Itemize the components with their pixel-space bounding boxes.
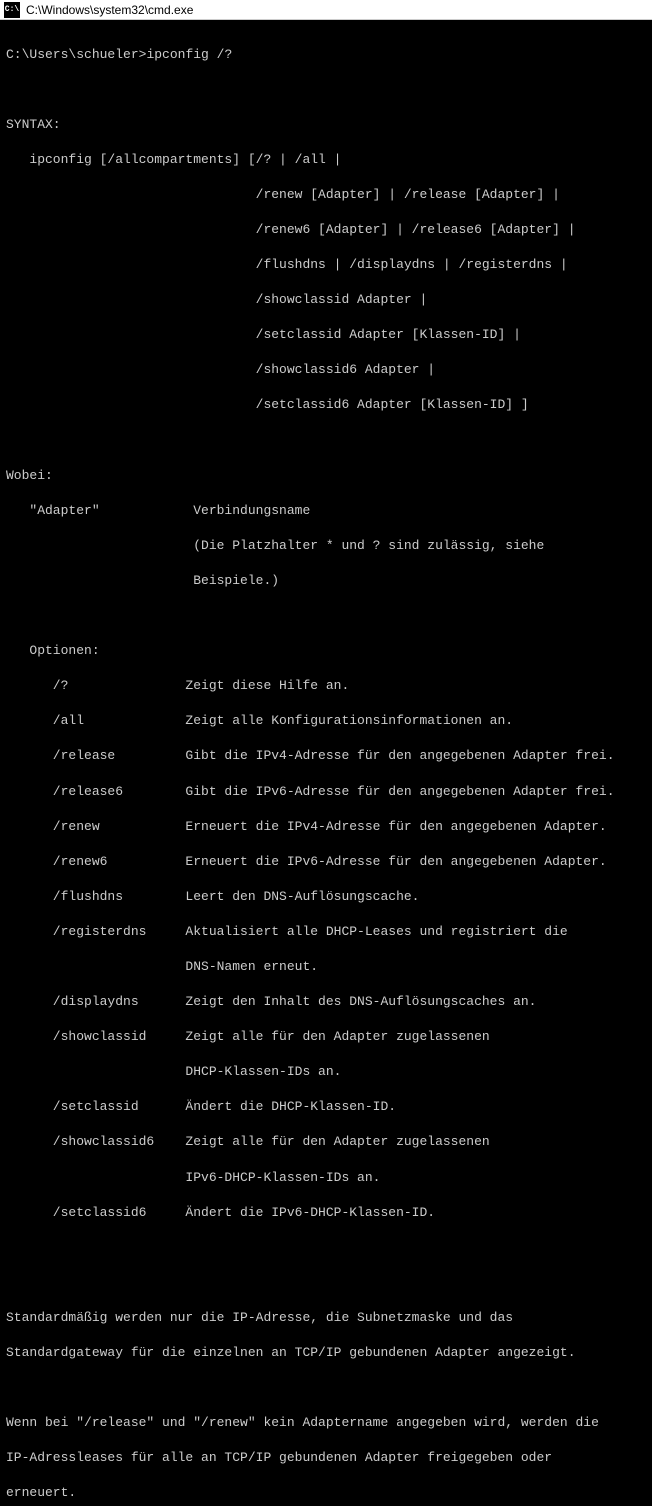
footer-text: Standardgateway für die einzelnen an TCP… [6, 1344, 646, 1362]
option-release6: /release6 Gibt die IPv6-Adresse für den … [6, 783, 646, 801]
option-registerdns: DNS-Namen erneut. [6, 958, 646, 976]
option-renew: /renew Erneuert die IPv4-Adresse für den… [6, 818, 646, 836]
footer-text: IP-Adressleases für alle an TCP/IP gebun… [6, 1449, 646, 1467]
option-setclassid: /setclassid Ändert die DHCP-Klassen-ID. [6, 1098, 646, 1116]
syntax-line: /showclassid Adapter | [6, 291, 646, 309]
optionen-header: Optionen: [6, 642, 646, 660]
option-showclassid6: /showclassid6 Zeigt alle für den Adapter… [6, 1133, 646, 1151]
cmd-icon: C:\ [4, 2, 20, 18]
syntax-line: ipconfig [/allcompartments] [/? | /all | [6, 151, 646, 169]
terminal-output[interactable]: C:\Users\schueler>ipconfig /? SYNTAX: ip… [0, 20, 652, 1506]
blank-line [6, 607, 646, 625]
blank-line [6, 1379, 646, 1397]
adapter-note: (Die Platzhalter * und ? sind zulässig, … [6, 537, 646, 555]
blank-line [6, 1274, 646, 1292]
adapter-note: Beispiele.) [6, 572, 646, 590]
syntax-line: /renew6 [Adapter] | /release6 [Adapter] … [6, 221, 646, 239]
syntax-line: /setclassid6 Adapter [Klassen-ID] ] [6, 396, 646, 414]
prompt-path: C:\Users\schueler> [6, 47, 146, 62]
option-showclassid: DHCP-Klassen-IDs an. [6, 1063, 646, 1081]
syntax-line: /renew [Adapter] | /release [Adapter] | [6, 186, 646, 204]
blank-line [6, 1239, 646, 1257]
syntax-header: SYNTAX: [6, 116, 646, 134]
option-registerdns: /registerdns Aktualisiert alle DHCP-Leas… [6, 923, 646, 941]
option-showclassid6: IPv6-DHCP-Klassen-IDs an. [6, 1169, 646, 1187]
option-renew6: /renew6 Erneuert die IPv6-Adresse für de… [6, 853, 646, 871]
footer-text: Wenn bei "/release" und "/renew" kein Ad… [6, 1414, 646, 1432]
option-help: /? Zeigt diese Hilfe an. [6, 677, 646, 695]
footer-text: Standardmäßig werden nur die IP-Adresse,… [6, 1309, 646, 1327]
wobei-header: Wobei: [6, 467, 646, 485]
blank-line [6, 432, 646, 450]
footer-text: erneuert. [6, 1484, 646, 1502]
option-setclassid6: /setclassid6 Ändert die IPv6-DHCP-Klasse… [6, 1204, 646, 1222]
syntax-line: /showclassid6 Adapter | [6, 361, 646, 379]
option-showclassid: /showclassid Zeigt alle für den Adapter … [6, 1028, 646, 1046]
option-displaydns: /displaydns Zeigt den Inhalt des DNS-Auf… [6, 993, 646, 1011]
window-titlebar[interactable]: C:\ C:\Windows\system32\cmd.exe [0, 0, 652, 20]
blank-line [6, 81, 646, 99]
option-flushdns: /flushdns Leert den DNS-Auflösungscache. [6, 888, 646, 906]
prompt-line: C:\Users\schueler>ipconfig /? [6, 46, 646, 64]
adapter-label: "Adapter" Verbindungsname [6, 502, 646, 520]
syntax-line: /flushdns | /displaydns | /registerdns | [6, 256, 646, 274]
window-title: C:\Windows\system32\cmd.exe [26, 3, 193, 17]
option-release: /release Gibt die IPv4-Adresse für den a… [6, 747, 646, 765]
prompt-command: ipconfig /? [146, 47, 232, 62]
syntax-line: /setclassid Adapter [Klassen-ID] | [6, 326, 646, 344]
option-all: /all Zeigt alle Konfigurationsinformatio… [6, 712, 646, 730]
